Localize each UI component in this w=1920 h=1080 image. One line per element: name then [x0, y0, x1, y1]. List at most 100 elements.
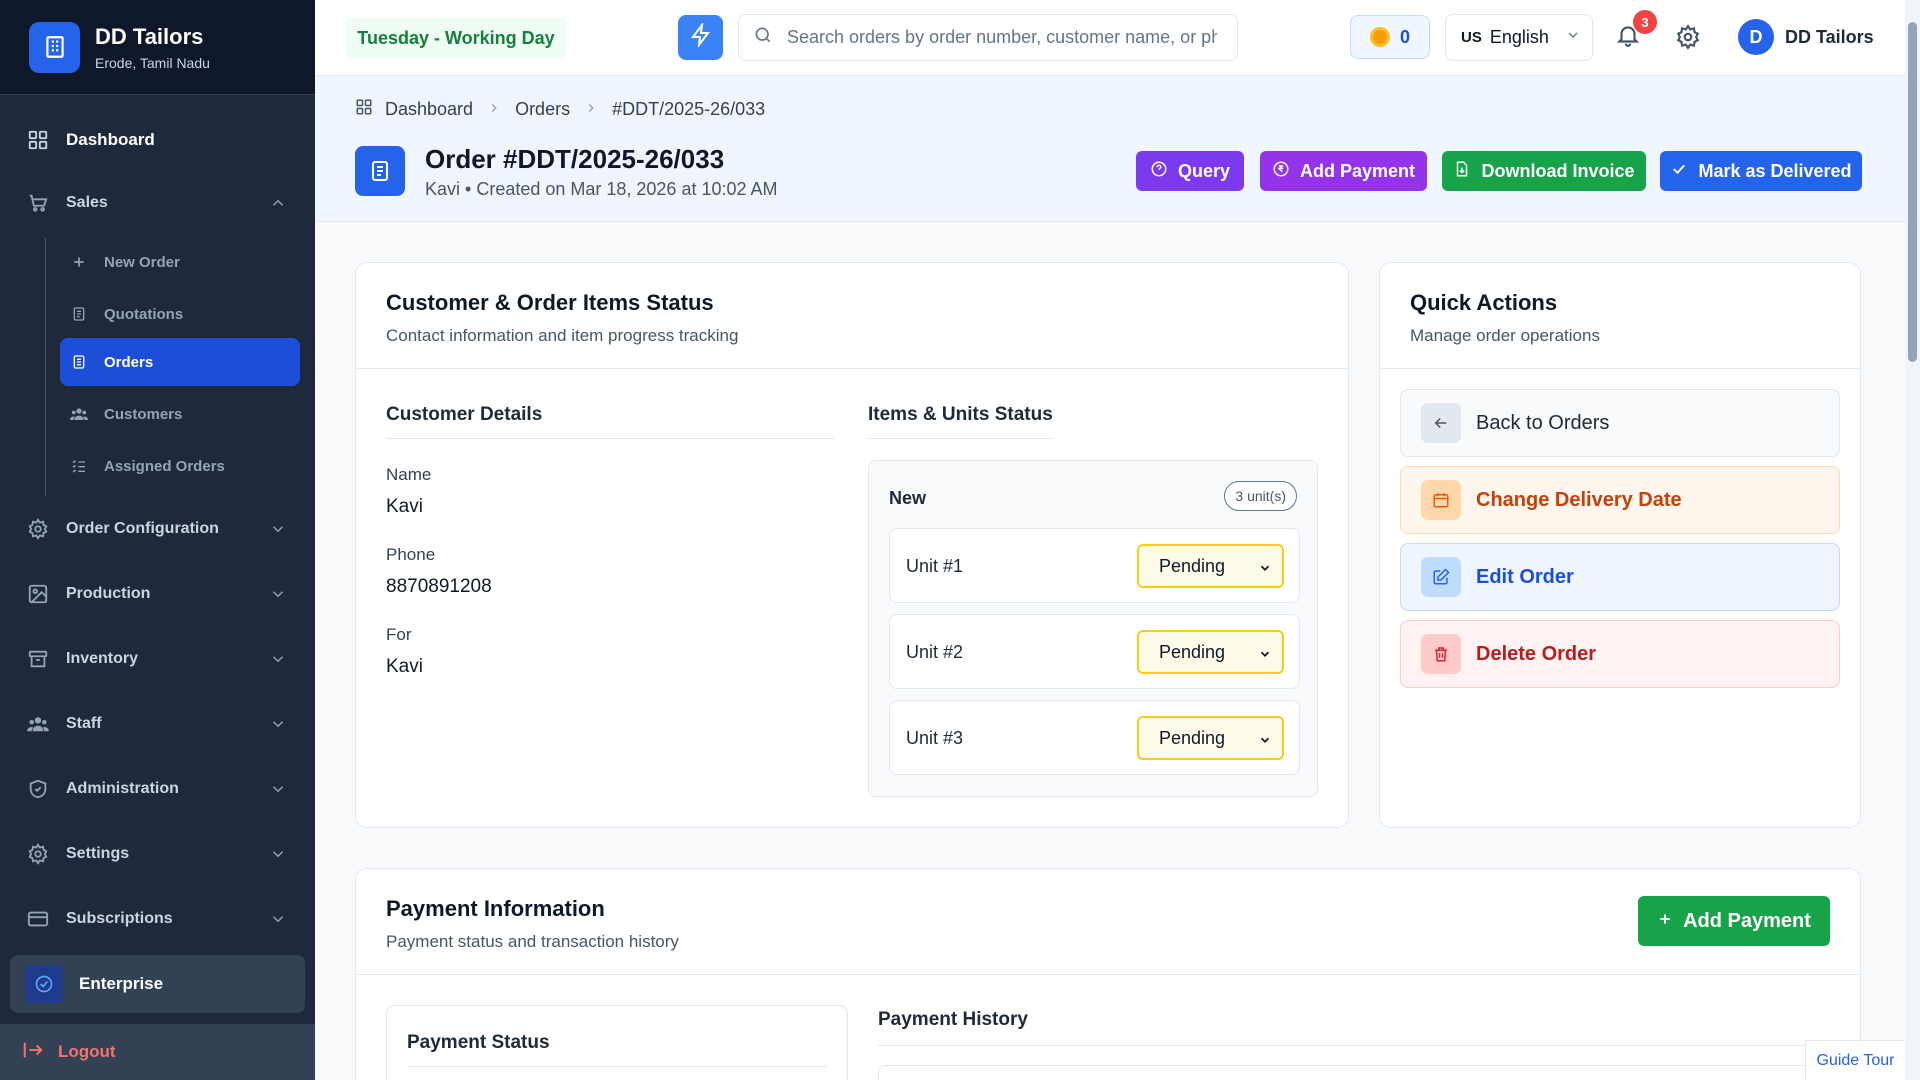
breadcrumb-dashboard[interactable]: Dashboard — [355, 98, 473, 121]
image-icon — [26, 582, 50, 606]
card-header: Customer & Order Items Status Contact in… — [356, 263, 1348, 369]
unit-status-select[interactable]: Pending — [1137, 544, 1284, 588]
chevron-down-icon — [1565, 27, 1581, 48]
chevron-down-icon — [269, 520, 287, 538]
gear-icon[interactable] — [1675, 24, 1703, 52]
sidebar-item-label: New Order — [104, 253, 180, 271]
check-icon — [1670, 160, 1688, 183]
sidebar-item-staff[interactable]: Staff — [0, 698, 315, 750]
chevron-down-icon — [269, 845, 287, 863]
unit-status-value: Pending — [1159, 727, 1226, 748]
chevron-down-icon — [1258, 645, 1272, 666]
customer-details-heading: Customer Details — [386, 404, 834, 439]
card-title: Quick Actions — [1410, 290, 1558, 315]
breadcrumb-current: #DDT/2025-26/033 — [612, 99, 766, 119]
name-label: Name — [386, 465, 432, 484]
trash-icon — [1421, 634, 1461, 674]
sidebar-item-dashboard[interactable]: Dashboard — [0, 114, 315, 166]
query-label: Query — [1177, 160, 1231, 181]
language-label: English — [1489, 27, 1549, 47]
quick-actions-card: Quick Actions Manage order operations Ba… — [1379, 262, 1861, 828]
back-to-orders-button[interactable]: Back to Orders — [1400, 389, 1840, 457]
sidebar-item-administration[interactable]: Administration — [0, 763, 315, 815]
question-icon — [1150, 160, 1168, 183]
plus-icon — [1657, 910, 1673, 933]
search-icon — [753, 25, 773, 50]
sidebar-item-orders[interactable]: Orders — [60, 338, 300, 386]
sales-submenu: New Order Quotations Orders Customers As… — [45, 238, 300, 496]
breadcrumb: Dashboard Orders #DDT/2025-26/033 — [355, 98, 765, 121]
payment-history-panel — [878, 1065, 1833, 1080]
sidebar-item-order-configuration[interactable]: Order Configuration — [0, 503, 315, 555]
grid-icon — [355, 98, 373, 121]
coin-balance[interactable]: 0 — [1350, 15, 1430, 59]
mark-delivered-button[interactable]: Mark as Delivered — [1660, 151, 1862, 191]
document-icon — [70, 305, 88, 323]
item-group: New 3 unit(s) Unit #1 Pending Unit #2 Pe… — [868, 460, 1318, 797]
chevron-down-icon — [1258, 731, 1272, 752]
sidebar-item-new-order[interactable]: New Order — [60, 238, 300, 286]
page-scrollbar[interactable] — [1905, 0, 1920, 1080]
edit-order-label: Edit Order — [1476, 565, 1574, 588]
search-box — [738, 14, 1238, 61]
guide-tour-button[interactable]: Guide Tour — [1805, 1040, 1905, 1080]
change-delivery-date-button[interactable]: Change Delivery Date — [1400, 466, 1840, 534]
plus-icon — [70, 253, 88, 271]
cart-icon — [26, 191, 50, 215]
sidebar-item-label: Sales — [66, 194, 108, 211]
rupee-icon — [1272, 160, 1290, 183]
add-payment-button[interactable]: Add Payment — [1638, 896, 1830, 946]
payment-status-panel: Payment Status — [386, 1005, 848, 1080]
clipboard-icon — [355, 146, 405, 196]
item-group-name: New — [889, 488, 927, 508]
top-bar: Tuesday - Working Day 0 US English 3 D D… — [315, 0, 1905, 76]
payment-information-card: Payment Information Payment status and t… — [355, 868, 1861, 1080]
sidebar-item-label: Production — [66, 585, 151, 602]
sidebar-item-inventory[interactable]: Inventory — [0, 633, 315, 685]
sidebar-item-sales[interactable]: Sales — [0, 177, 315, 229]
card-header: Payment Information Payment status and t… — [356, 869, 1860, 975]
brand-name: DD Tailors — [95, 23, 204, 49]
unit-status-select[interactable]: Pending — [1137, 716, 1284, 760]
query-button[interactable]: Query — [1136, 151, 1244, 191]
sidebar-item-label: Customers — [104, 405, 183, 423]
for-label: For — [386, 625, 412, 644]
unit-status-value: Pending — [1159, 641, 1226, 662]
sidebar-item-settings[interactable]: Settings — [0, 828, 315, 880]
sidebar-item-subscriptions[interactable]: Subscriptions — [0, 893, 315, 945]
user-menu[interactable]: D DD Tailors — [1738, 19, 1874, 55]
sidebar: DD Tailors Erode, Tamil Nadu Dashboard S… — [0, 0, 315, 1080]
card-title: Customer & Order Items Status — [386, 290, 714, 315]
flag-icon: US — [1461, 29, 1482, 46]
units-count-badge: 3 unit(s) — [1224, 481, 1297, 511]
add-payment-button[interactable]: Add Payment — [1260, 151, 1427, 191]
language-select[interactable]: US English — [1445, 14, 1593, 61]
brand-location: Erode, Tamil Nadu — [95, 54, 210, 71]
sidebar-item-quotations[interactable]: Quotations — [60, 290, 300, 338]
logout-button[interactable]: Logout — [0, 1024, 315, 1080]
phone-label: Phone — [386, 545, 436, 564]
logout-icon — [22, 1039, 44, 1066]
notification-badge: 3 — [1633, 10, 1657, 34]
grid-icon — [26, 128, 50, 152]
plan-badge[interactable]: Enterprise — [10, 955, 305, 1013]
sidebar-item-production[interactable]: Production — [0, 568, 315, 620]
download-invoice-button[interactable]: Download Invoice — [1442, 151, 1646, 191]
unit-label: Unit #2 — [906, 642, 964, 662]
file-download-icon — [1453, 160, 1471, 183]
back-to-orders-label: Back to Orders — [1476, 411, 1610, 434]
delete-order-button[interactable]: Delete Order — [1400, 620, 1840, 688]
edit-icon — [1421, 557, 1461, 597]
search-input[interactable] — [787, 27, 1217, 48]
users-icon — [26, 712, 50, 736]
quick-action-button[interactable] — [678, 15, 723, 60]
unit-status-select[interactable]: Pending — [1137, 630, 1284, 674]
clipboard-icon — [70, 353, 88, 371]
card-header: Quick Actions Manage order operations — [1380, 263, 1860, 369]
sidebar-item-customers[interactable]: Customers — [60, 390, 300, 438]
edit-order-button[interactable]: Edit Order — [1400, 543, 1840, 611]
avatar: D — [1738, 19, 1774, 55]
breadcrumb-orders[interactable]: Orders — [515, 99, 570, 120]
sidebar-item-assigned-orders[interactable]: Assigned Orders — [60, 442, 300, 490]
scrollbar-thumb[interactable] — [1908, 22, 1917, 362]
